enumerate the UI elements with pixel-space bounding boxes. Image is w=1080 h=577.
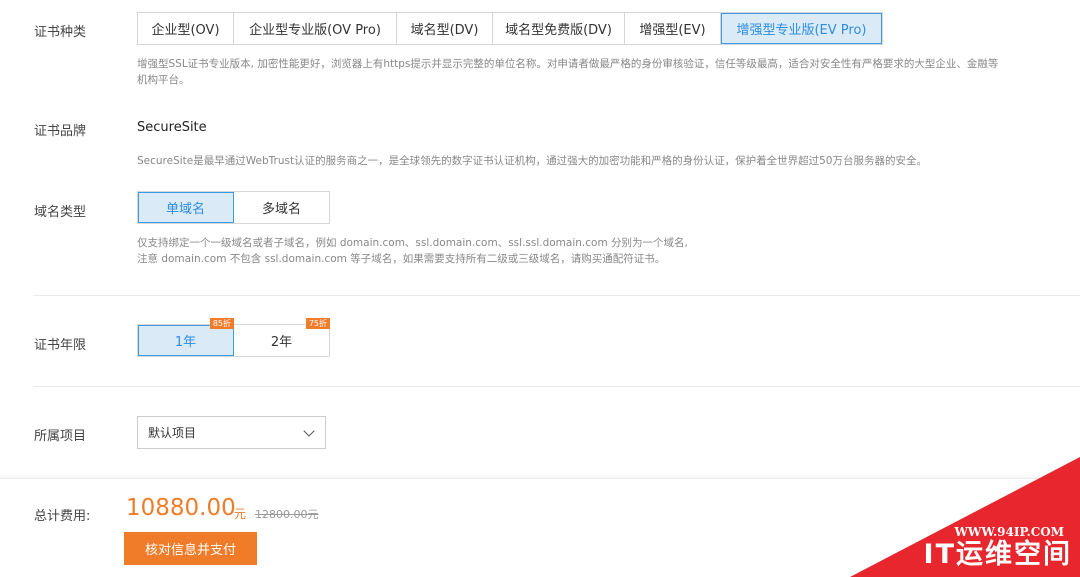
domain-type-option-single[interactable]: 单域名 bbox=[138, 192, 234, 223]
discount-badge: 85折 bbox=[209, 318, 234, 329]
cert-brand-label: 证书品牌 bbox=[34, 124, 87, 139]
cert-years-selector: 1年 85折 2年 75折 bbox=[137, 318, 330, 357]
project-label: 所属项目 bbox=[34, 429, 87, 444]
watermark-title: IT运维空间 bbox=[923, 539, 1072, 570]
cert-years-option-label: 1年 bbox=[174, 335, 197, 350]
total-price: 10880.00 bbox=[126, 495, 236, 521]
original-price: 12800.00元 bbox=[255, 508, 319, 521]
section-divider bbox=[34, 295, 1080, 296]
section-divider bbox=[34, 386, 1080, 387]
cert-years-label: 证书年限 bbox=[34, 338, 87, 353]
project-select-value: 默认项目 bbox=[148, 426, 197, 440]
cert-type-label: 证书种类 bbox=[34, 25, 87, 40]
cert-type-selector: 企业型(OV) 企业型专业版(OV Pro) 域名型(DV) 域名型免费版(DV… bbox=[137, 12, 883, 45]
cert-brand-description: SecureSite是最早通过WebTrust认证的服务商之一，是全球领先的数字… bbox=[137, 155, 927, 167]
domain-type-label: 域名类型 bbox=[34, 205, 87, 220]
cert-years-option-label: 2年 bbox=[270, 335, 293, 350]
total-cost-label: 总计费用: bbox=[34, 509, 91, 524]
cert-type-option-ov[interactable]: 企业型(OV) bbox=[138, 13, 234, 44]
cert-type-option-ev[interactable]: 增强型(EV) bbox=[625, 13, 721, 44]
cert-years-option-1[interactable]: 1年 85折 bbox=[138, 318, 234, 356]
cert-type-option-dv-free[interactable]: 域名型免费版(DV) bbox=[493, 13, 625, 44]
domain-type-description: 仅支持绑定一个一级域名或者子域名，例如 domain.com、ssl.domai… bbox=[137, 237, 688, 265]
watermark-logo: WWW.94IP.COM IT运维空间 bbox=[850, 457, 1080, 577]
cert-type-option-ev-pro[interactable]: 增强型专业版(EV Pro) bbox=[721, 13, 882, 44]
cert-brand-value: SecureSite bbox=[137, 120, 207, 135]
chevron-down-icon bbox=[303, 425, 315, 437]
discount-badge: 75折 bbox=[305, 318, 330, 329]
project-select[interactable]: 默认项目 bbox=[137, 416, 326, 449]
cert-years-option-2[interactable]: 2年 75折 bbox=[234, 318, 330, 356]
price-unit: 元 bbox=[234, 507, 247, 521]
cert-type-option-ov-pro[interactable]: 企业型专业版(OV Pro) bbox=[234, 13, 397, 44]
confirm-pay-button[interactable]: 核对信息并支付 bbox=[124, 532, 257, 565]
domain-type-selector: 单域名 多域名 bbox=[137, 191, 330, 224]
domain-type-option-multi[interactable]: 多域名 bbox=[234, 192, 329, 223]
cert-type-option-dv[interactable]: 域名型(DV) bbox=[397, 13, 493, 44]
cert-type-description: 增强型SSL证书专业版本, 加密性能更好，浏览器上有https提示并显示完整的单… bbox=[137, 58, 999, 86]
